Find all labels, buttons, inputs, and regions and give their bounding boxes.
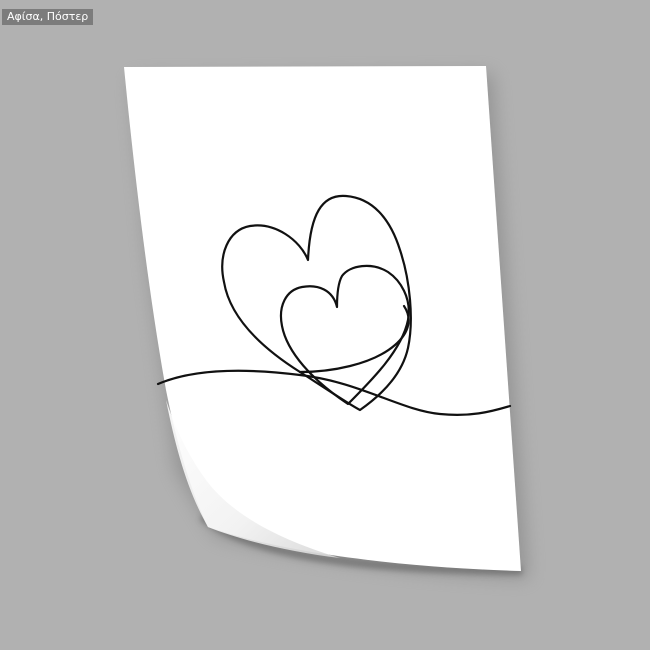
poster-sheet [124, 66, 521, 571]
poster-illustration [124, 66, 528, 578]
product-image: Αφίσα, Πόστερ [0, 0, 650, 650]
